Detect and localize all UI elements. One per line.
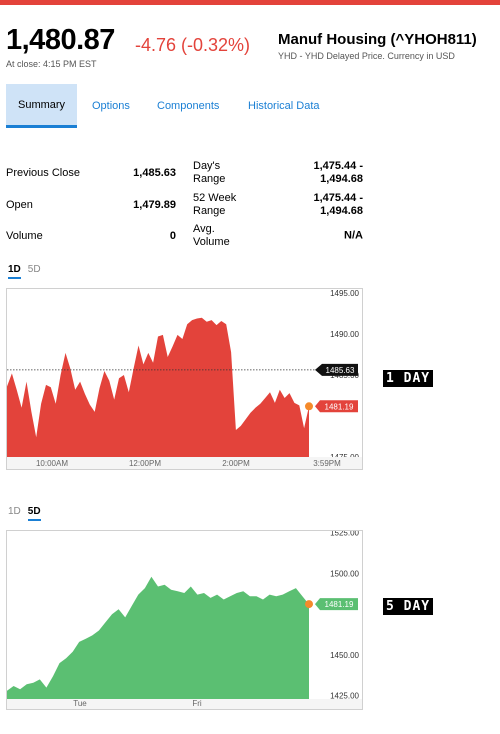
chart2-x-axis-band [7,699,362,709]
chart1-series-area [7,317,309,457]
stats-row: Previous Close 1,485.63 Day's Range 1,47… [6,158,366,188]
intraday-chart[interactable]: 1495.001490.001485.001475.0010:00AM12:00… [6,288,363,470]
current-price: 1,480.87 [6,24,115,56]
five-day-chart[interactable]: 1525.00 1500.00 1450.00 1425.00 Tue Fri 1481.1… [6,529,363,710]
chart1-current-dot [305,402,313,411]
close-time: At close: 4:15 PM EST [6,59,97,69]
chart2-range-tabs: 1D 5D [8,506,48,521]
tab-options[interactable]: Options [92,84,130,128]
range-tab-1d[interactable]: 1D [8,264,21,279]
previous-close-label: Previous Close [6,167,80,179]
avg-volume-label: Avg. Volume [193,223,230,248]
chart1-y-tick-label: 1490.00 [330,330,359,339]
chart1-previous-close-label: 1485.63 [326,366,355,375]
chart1-y-tick-label: 1495.00 [330,289,359,298]
chart2-current-dot [305,600,313,609]
chart2-y-tick-label: 1500.00 [330,569,359,578]
chart1-badge: 1 DAY [383,370,434,387]
open-value: 1,479.89 [133,199,176,211]
price-change: -4.76 (-0.32%) [135,35,251,55]
tab-historical-data[interactable]: Historical Data [248,84,320,128]
quote-tabs: Summary Options Components Historical Da… [6,84,346,128]
volume-value: 0 [169,230,176,242]
previous-close-value: 1,485.63 [133,167,176,179]
range-tab-1d[interactable]: 1D [8,506,21,517]
volume-label: Volume [6,230,43,242]
top-accent-bar [0,0,500,5]
range-tab-5d[interactable]: 5D [27,506,41,521]
chart2-current-label: 1481.19 [325,600,354,609]
stats-row: Open 1,479.89 52 Week Range 1,475.44 - 1… [6,190,366,220]
open-label: Open [6,199,33,211]
week52-range-value: 1,475.44 - 1,494.68 [313,192,363,217]
stats-row: Volume 0 Avg. Volume N/A [6,221,366,251]
chart2-y-tick-label: 1525.00 [330,531,359,538]
quote-title: Manuf Housing (^YHOH811) [278,31,477,48]
tab-components[interactable]: Components [157,84,219,128]
chart1-svg: 1495.001490.001485.001475.0010:00AM12:00… [7,289,362,469]
avg-volume-value: N/A [344,229,363,242]
days-range-value: 1,475.44 - 1,494.68 [313,160,363,185]
chart1-current-label: 1481.19 [325,402,354,411]
chart2-y-tick-label: 1450.00 [330,651,359,660]
chart1-x-tick-label: 2:00PM [222,459,250,468]
chart1-x-tick-label: 3:59PM [313,459,341,468]
chart1-range-tabs: 1D 5D [8,264,48,279]
tab-summary[interactable]: Summary [6,84,78,128]
range-tab-5d[interactable]: 5D [28,264,41,275]
quote-subtitle: YHD - YHD Delayed Price. Currency in USD [278,51,455,61]
chart2-x-tick-label: Tue [73,699,87,708]
chart2-x-tick-label: Fri [192,699,202,708]
days-range-label: Day's Range [193,160,226,185]
week52-range-label: 52 Week Range [193,192,237,217]
chart2-svg: 1525.001500.001450.001425.00Tue Fri1481.1… [7,529,362,709]
chart1-x-tick-label: 10:00AM [36,459,68,468]
chart2-series-area [7,576,309,699]
chart1-x-tick-label: 12:00PM [129,459,161,468]
chart2-badge: 5 DAY [383,598,434,615]
